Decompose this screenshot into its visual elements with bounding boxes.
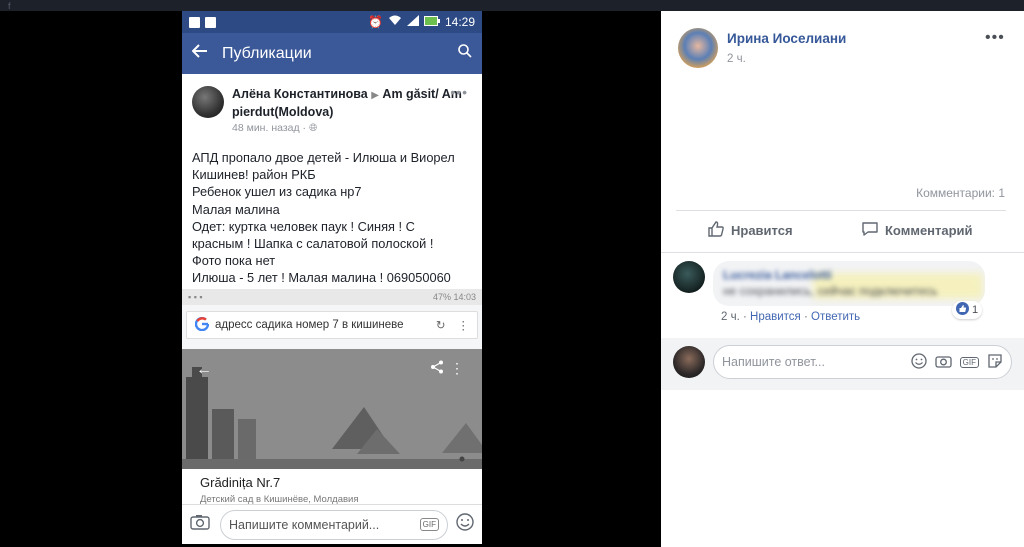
- post-body: АПД пропало двое детей - Илюша и Виорел …: [192, 149, 472, 287]
- sticker-icon[interactable]: [987, 353, 1003, 372]
- camera-icon[interactable]: [190, 514, 212, 535]
- post-time[interactable]: 2 ч.: [727, 53, 746, 65]
- comment-like-link[interactable]: Нравится: [750, 311, 801, 323]
- reaction-badge[interactable]: 1: [952, 301, 983, 319]
- comment-text: не сохранились, сейчас подключитесь: [723, 284, 938, 298]
- post-time-text: 48 мин. назад: [232, 122, 300, 134]
- current-user-avatar: [673, 346, 705, 378]
- signal-icon: [406, 15, 419, 29]
- wifi-icon: [388, 15, 402, 29]
- status-bar: ⏰ 14:29: [182, 11, 482, 33]
- reaction-count: 1: [972, 304, 979, 316]
- kebab-icon: ⋮: [457, 320, 470, 332]
- post-line: Кишинев! район РКБ: [192, 167, 316, 183]
- post-line: красным ! Шапка с салатовой полоской !: [192, 236, 434, 252]
- like-button[interactable]: Нравится: [707, 220, 793, 241]
- divider: [676, 210, 1006, 211]
- like-reaction-icon: [956, 302, 969, 318]
- place-name: Grădinița Nr.7: [200, 475, 281, 490]
- facebook-notif-icon: [189, 16, 200, 28]
- google-search-bar: адресс садика номер 7 в кишиневе ↻ ⋮: [186, 311, 478, 339]
- photo-back-icon[interactable]: ←: [196, 361, 212, 379]
- battery-icon: [423, 15, 440, 29]
- comment-bubble: Lucrezia Lancelotti не сохранились, сейч…: [713, 261, 985, 306]
- commenter-avatar[interactable]: [673, 261, 705, 293]
- app-bar-title: Публикации: [222, 44, 312, 62]
- emoji-icon[interactable]: [911, 352, 927, 372]
- reply-input[interactable]: Напишите ответ... GIF: [713, 345, 1012, 379]
- post-line: Одет: куртка человек паук ! Синяя ! С: [192, 218, 415, 234]
- post-line: Малая малина: [192, 201, 280, 217]
- arrow-icon: ▶: [371, 90, 379, 101]
- comment-bar: Напишите комментарий... GIF: [182, 504, 482, 544]
- post-line: Фото пока нет: [192, 253, 276, 269]
- comment-time[interactable]: 2 ч.: [721, 311, 740, 323]
- author-name[interactable]: Алёна Константинова: [232, 87, 368, 101]
- speech-bubble-icon: [861, 220, 879, 241]
- post: Алёна Константинова ▶ Am găsit/ Am pierd…: [182, 74, 482, 287]
- gif-icon[interactable]: GIF: [959, 356, 979, 368]
- post-line: АПД пропало двое детей - Илюша и Виорел: [192, 150, 455, 165]
- post-time: 48 мин. назад · 🌐︎: [232, 122, 318, 134]
- reply-box: Напишите ответ... GIF: [661, 338, 1024, 390]
- commenter-name[interactable]: Lucrezia Lancelotti: [723, 267, 975, 283]
- inner-notif-icons: ▪ ▪ ▪: [188, 292, 203, 302]
- post-line: Ребенок ушел из садика нр7: [192, 184, 362, 200]
- comment-label: Комментарий: [885, 223, 973, 238]
- divider: [661, 252, 1024, 253]
- like-label: Нравится: [731, 223, 793, 238]
- status-time: 14:29: [444, 15, 475, 29]
- ghost-text: f: [8, 1, 11, 11]
- author-name[interactable]: Ирина Иоселиани: [727, 31, 846, 46]
- embedded-screenshot[interactable]: ▪ ▪ ▪ 47% 14:03 адресс садика номер 7 в …: [182, 289, 482, 514]
- top-strip: f: [0, 0, 1024, 11]
- phone-screenshot: ⏰ 14:29 Публикации Алёна Константинова ▶…: [182, 11, 482, 544]
- facebook-post-panel: Ирина Иоселиани 2 ч. ••• Комментарии: 1 …: [661, 11, 1024, 547]
- post-line: Илюша - 5 лет ! Малая малина ! 069050060: [192, 270, 451, 286]
- image-notif-icon: [205, 16, 216, 28]
- google-g-icon: [194, 316, 210, 334]
- comment-placeholder: Напишите комментарий...: [229, 517, 380, 532]
- thumbs-up-icon: [707, 220, 725, 241]
- comment-reply-link[interactable]: Ответить: [811, 311, 860, 323]
- more-options-icon[interactable]: •••: [985, 29, 1005, 47]
- reload-icon: ↻: [435, 320, 446, 332]
- author-avatar[interactable]: [678, 28, 718, 68]
- photo-kebab-icon[interactable]: ⋮: [450, 360, 464, 377]
- google-search-text: адресс садика номер 7 в кишиневе: [215, 319, 404, 331]
- search-icon[interactable]: [458, 44, 472, 63]
- notification-icons: [189, 16, 216, 28]
- gif-icon[interactable]: GIF: [419, 518, 439, 531]
- author-avatar[interactable]: [192, 86, 224, 118]
- post-header: Алёна Константинова ▶ Am găsit/ Am pierd…: [232, 86, 472, 120]
- comment-input[interactable]: Напишите комментарий... GIF: [220, 509, 448, 540]
- comments-count[interactable]: Комментарии: 1: [916, 186, 1005, 200]
- globe-icon: 🌐︎: [308, 122, 318, 134]
- app-bar: Публикации: [182, 33, 482, 74]
- camera-icon[interactable]: [935, 354, 952, 371]
- inner-status-bar: ▪ ▪ ▪ 47% 14:03: [182, 289, 482, 305]
- reply-placeholder: Напишите ответ...: [722, 355, 825, 369]
- emoji-icon[interactable]: [456, 513, 474, 536]
- comment-button[interactable]: Комментарий: [861, 220, 973, 241]
- comment-meta: 2 ч. · Нравится · Ответить: [721, 311, 861, 323]
- inner-status-right: 47% 14:03: [432, 292, 476, 302]
- post-more-icon[interactable]: •••: [450, 84, 468, 100]
- back-arrow-icon[interactable]: [191, 44, 208, 63]
- alarm-icon: ⏰: [368, 15, 383, 29]
- place-photo: ← ⋮: [182, 349, 482, 469]
- share-icon[interactable]: [430, 360, 444, 379]
